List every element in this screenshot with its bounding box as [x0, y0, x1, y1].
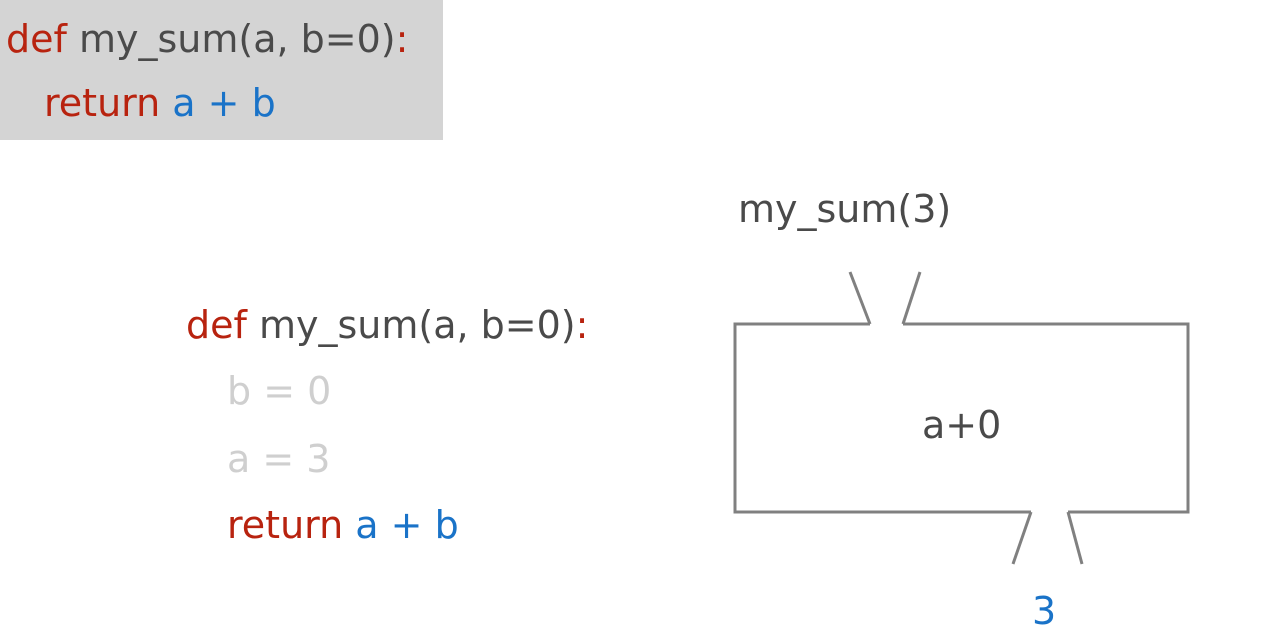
function-machine-diagram: [733, 271, 1190, 565]
machine-body-label: a+0: [922, 403, 1002, 447]
input-funnel-left: [848, 271, 872, 325]
input-funnel-right: [901, 271, 922, 325]
output-label: 3: [1032, 589, 1057, 633]
output-funnel-right: [1066, 511, 1084, 565]
output-funnel-left: [1011, 511, 1033, 565]
call-label: my_sum(3): [738, 187, 952, 231]
